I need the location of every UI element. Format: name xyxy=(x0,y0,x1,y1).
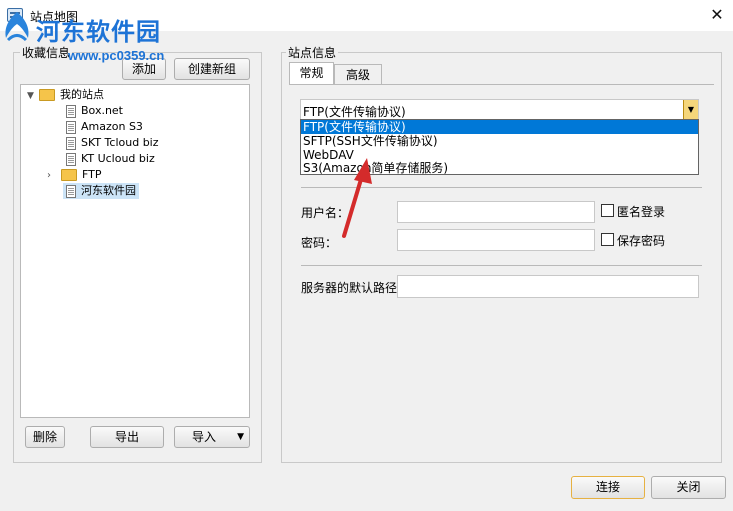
watermark-logo xyxy=(5,12,29,42)
annotation-arrow xyxy=(342,158,372,238)
default-path-input[interactable] xyxy=(397,275,699,298)
protocol-option-ftp[interactable]: FTP(文件传输协议) xyxy=(301,120,698,134)
tree-item-label: KT Ucloud biz xyxy=(81,152,155,165)
close-button[interactable]: 关闭 xyxy=(651,476,726,499)
dropdown-arrow-icon: ▼ xyxy=(237,432,244,442)
default-path-label: 服务器的默认路径 xyxy=(301,281,398,295)
connect-button[interactable]: 连接 xyxy=(571,476,645,499)
save-password-label: 保存密码 xyxy=(617,234,666,248)
password-input[interactable] xyxy=(397,229,595,251)
folder-icon xyxy=(39,89,55,101)
document-icon xyxy=(66,152,76,166)
chevron-right-icon: › xyxy=(47,170,51,181)
divider xyxy=(301,265,702,266)
delete-button[interactable]: 删除 xyxy=(25,426,65,448)
close-window-button[interactable]: ✕ xyxy=(706,4,728,26)
tree-folder-ftp[interactable]: › FTP xyxy=(47,167,102,183)
document-icon xyxy=(66,120,76,134)
username-input[interactable] xyxy=(397,201,595,223)
chevron-down-icon: ▼ xyxy=(27,91,34,101)
protocol-selected-value: FTP(文件传输协议) xyxy=(303,105,406,119)
tree-item[interactable]: KT Ucloud biz xyxy=(66,151,155,167)
tree-folder-label: FTP xyxy=(82,168,102,181)
tree-item[interactable]: Amazon S3 xyxy=(66,119,143,135)
anonymous-label: 匿名登录 xyxy=(617,205,666,219)
export-button[interactable]: 导出 xyxy=(90,426,164,448)
tree-root-item[interactable]: ▼ 我的站点 xyxy=(27,87,104,103)
tab-panel xyxy=(289,84,714,85)
save-password-checkbox[interactable] xyxy=(601,233,614,246)
document-icon xyxy=(66,104,76,118)
anonymous-checkbox[interactable] xyxy=(601,204,614,217)
protocol-select[interactable]: FTP(文件传输协议) ▼ xyxy=(300,99,699,120)
tree-item[interactable]: SKT Tcloud biz xyxy=(66,135,159,151)
site-info-group-label: 站点信息 xyxy=(286,44,339,61)
watermark-url: www.pc0359.cn xyxy=(68,48,165,63)
protocol-option-sftp[interactable]: SFTP(SSH文件传输协议) xyxy=(303,134,438,148)
chevron-down-icon: ▼ xyxy=(683,100,698,119)
tree-item-label: Box.net xyxy=(81,104,123,117)
site-tree: ▼ 我的站点 Box.net Amazon S3 SKT Tcloud biz K… xyxy=(20,84,250,418)
create-group-button[interactable]: 创建新组 xyxy=(174,58,250,80)
import-button-label: 导入 xyxy=(192,430,217,444)
tab-general[interactable]: 常规 xyxy=(289,62,334,85)
document-icon xyxy=(66,136,76,150)
document-icon xyxy=(66,184,76,198)
tree-item-label: 河东软件园 xyxy=(81,184,136,197)
tab-advanced[interactable]: 高级 xyxy=(334,64,382,85)
import-button[interactable]: 导入 ▼ xyxy=(174,426,250,448)
folder-icon xyxy=(61,169,77,181)
tree-item-selected[interactable]: 河东软件园 xyxy=(63,183,139,199)
tree-item[interactable]: Box.net xyxy=(66,103,123,119)
tree-item-label: Amazon S3 xyxy=(81,120,143,133)
watermark-text: 河东软件园 xyxy=(36,17,161,46)
tree-item-label: SKT Tcloud biz xyxy=(81,136,159,149)
tree-root-label: 我的站点 xyxy=(60,88,104,101)
